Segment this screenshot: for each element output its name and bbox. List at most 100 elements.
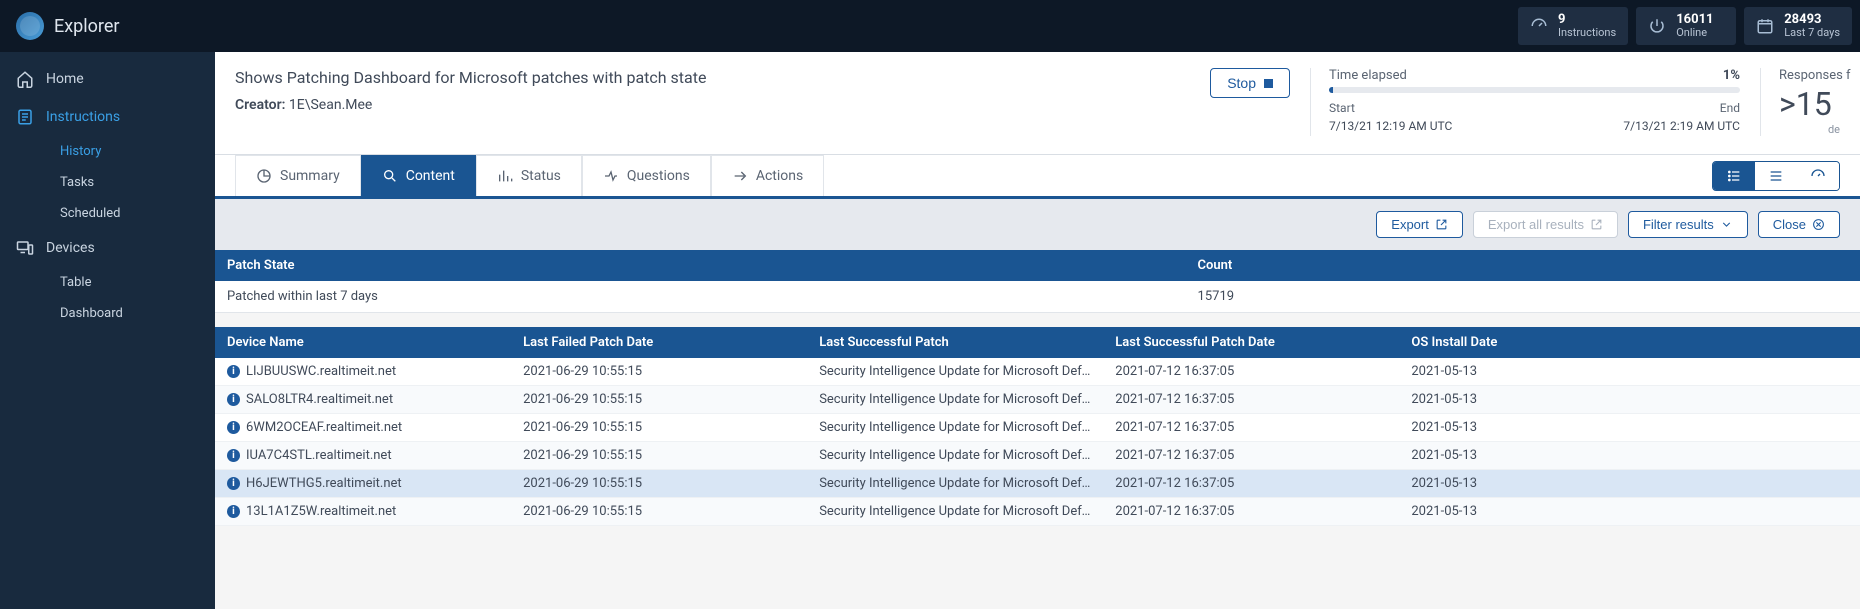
table-row[interactable]: iSALO8LTR4.realtimeit.net2021-06-29 10:5…	[215, 386, 1860, 414]
col-last-success-date[interactable]: Last Successful Patch Date	[1103, 327, 1399, 358]
instructions-icon	[16, 108, 34, 126]
content-toolbar: Export Export all results Filter results…	[215, 199, 1860, 250]
status-instructions[interactable]: 9 Instructions	[1518, 7, 1628, 45]
table-row[interactable]: i6WM2OCEAF.realtimeit.net2021-06-29 10:5…	[215, 414, 1860, 442]
cell-count: 15719	[1186, 281, 1860, 313]
tab-questions[interactable]: Questions	[582, 155, 711, 196]
cell-last-success: Security Intelligence Update for Microso…	[807, 470, 1103, 498]
panel-header: Shows Patching Dashboard for Microsoft p…	[215, 52, 1860, 155]
tab-content[interactable]: Content	[361, 155, 476, 196]
progress-bar	[1329, 87, 1740, 93]
cell-last-success: Security Intelligence Update for Microso…	[807, 358, 1103, 386]
cell-last-success: Security Intelligence Update for Microso…	[807, 498, 1103, 526]
info-icon[interactable]: i	[227, 421, 240, 434]
tab-summary[interactable]: Summary	[235, 155, 361, 196]
elapsed-label: Time elapsed	[1329, 68, 1407, 83]
status-value: 28493	[1784, 13, 1840, 27]
sidebar-item-label: Home	[46, 71, 84, 87]
status-online[interactable]: 16011 Online	[1636, 7, 1736, 45]
tab-status[interactable]: Status	[476, 155, 582, 196]
col-last-success[interactable]: Last Successful Patch	[807, 327, 1103, 358]
cell-last-failed: 2021-06-29 10:55:15	[511, 470, 807, 498]
info-icon[interactable]: i	[227, 449, 240, 462]
brand-area: Explorer	[16, 12, 120, 40]
info-icon[interactable]: i	[227, 365, 240, 378]
info-icon[interactable]: i	[227, 393, 240, 406]
tab-label: Actions	[756, 168, 803, 184]
status-label: Online	[1676, 27, 1713, 39]
col-device-name[interactable]: Device Name	[215, 327, 511, 358]
list-icon	[1768, 168, 1784, 184]
sidebar-sub-dashboard[interactable]: Dashboard	[0, 298, 215, 329]
status-period[interactable]: 28493 Last 7 days	[1744, 7, 1852, 45]
search-icon	[382, 168, 398, 184]
sidebar-sub-tasks[interactable]: Tasks	[0, 167, 215, 198]
cell-device: iIUA7C4STL.realtimeit.net	[215, 442, 511, 470]
table-row[interactable]: Patched within last 7 days15719	[215, 281, 1860, 313]
status-label: Last 7 days	[1784, 27, 1840, 39]
close-button[interactable]: Close	[1758, 211, 1840, 238]
table-header-row: Patch State Count	[215, 250, 1860, 281]
cell-os-install: 2021-05-13	[1399, 498, 1860, 526]
sidebar-sub-history[interactable]: History	[0, 136, 215, 167]
cell-patch-state: Patched within last 7 days	[215, 281, 1186, 313]
table-row[interactable]: i13L1A1Z5W.realtimeit.net2021-06-29 10:5…	[215, 498, 1860, 526]
sidebar-sub-scheduled[interactable]: Scheduled	[0, 198, 215, 229]
filter-button[interactable]: Filter results	[1628, 211, 1748, 238]
sidebar: Home Instructions History Tasks Schedule…	[0, 52, 215, 609]
table-row[interactable]: iH6JEWTHG5.realtimeit.net2021-06-29 10:5…	[215, 470, 1860, 498]
table-header-row: Device Name Last Failed Patch Date Last …	[215, 327, 1860, 358]
cell-os-install: 2021-05-13	[1399, 470, 1860, 498]
home-icon	[16, 70, 34, 88]
creator-line: Creator: 1E\Sean.Mee	[235, 97, 706, 113]
info-icon[interactable]: i	[227, 477, 240, 490]
filter-label: Filter results	[1643, 217, 1714, 232]
table-row[interactable]: iIUA7C4STL.realtimeit.net2021-06-29 10:5…	[215, 442, 1860, 470]
export-label: Export	[1391, 217, 1429, 232]
sidebar-item-home[interactable]: Home	[0, 60, 215, 98]
view-dashboard-button[interactable]	[1797, 162, 1839, 190]
grid-icon	[1726, 168, 1742, 184]
devices-icon	[16, 239, 34, 257]
external-icon	[1590, 218, 1603, 231]
cell-device: iSALO8LTR4.realtimeit.net	[215, 386, 511, 414]
tab-label: Status	[521, 168, 561, 184]
gauge-icon	[1530, 17, 1548, 35]
end-value: 7/13/21 2:19 AM UTC	[1623, 119, 1740, 133]
sidebar-item-devices[interactable]: Devices	[0, 229, 215, 267]
power-icon	[1648, 17, 1666, 35]
export-button[interactable]: Export	[1376, 211, 1463, 238]
col-last-failed[interactable]: Last Failed Patch Date	[511, 327, 807, 358]
cell-last-success-date: 2021-07-12 16:37:05	[1103, 470, 1399, 498]
flow-icon	[603, 168, 619, 184]
cell-os-install: 2021-05-13	[1399, 442, 1860, 470]
sidebar-item-instructions[interactable]: Instructions	[0, 98, 215, 136]
view-list-button[interactable]	[1755, 162, 1797, 190]
info-icon[interactable]: i	[227, 505, 240, 518]
progress-fill	[1329, 87, 1333, 93]
view-grid-button[interactable]	[1713, 162, 1755, 190]
responses-label: Responses f	[1779, 68, 1840, 83]
tab-actions[interactable]: Actions	[711, 155, 824, 196]
timeline-panel: Time elapsed 1% Start 7/13/21 12:19 AM U…	[1310, 68, 1740, 136]
page-title: Shows Patching Dashboard for Microsoft p…	[235, 68, 706, 87]
cell-device: iH6JEWTHG5.realtimeit.net	[215, 470, 511, 498]
cell-os-install: 2021-05-13	[1399, 386, 1860, 414]
responses-value: >15	[1779, 85, 1840, 123]
col-count[interactable]: Count	[1186, 250, 1860, 281]
responses-sub: de	[1779, 123, 1840, 136]
cell-device: iLIJBUUSWC.realtimeit.net	[215, 358, 511, 386]
col-os-install[interactable]: OS Install Date	[1399, 327, 1860, 358]
chevron-down-icon	[1720, 218, 1733, 231]
stop-icon	[1264, 79, 1273, 88]
tab-label: Questions	[627, 168, 690, 184]
col-patch-state[interactable]: Patch State	[215, 250, 1186, 281]
table-row[interactable]: iLIJBUUSWC.realtimeit.net2021-06-29 10:5…	[215, 358, 1860, 386]
external-icon	[1435, 218, 1448, 231]
stop-button[interactable]: Stop	[1210, 68, 1290, 98]
cell-last-success: Security Intelligence Update for Microso…	[807, 414, 1103, 442]
cell-os-install: 2021-05-13	[1399, 358, 1860, 386]
cell-last-failed: 2021-06-29 10:55:15	[511, 442, 807, 470]
cell-last-failed: 2021-06-29 10:55:15	[511, 498, 807, 526]
sidebar-sub-table[interactable]: Table	[0, 267, 215, 298]
